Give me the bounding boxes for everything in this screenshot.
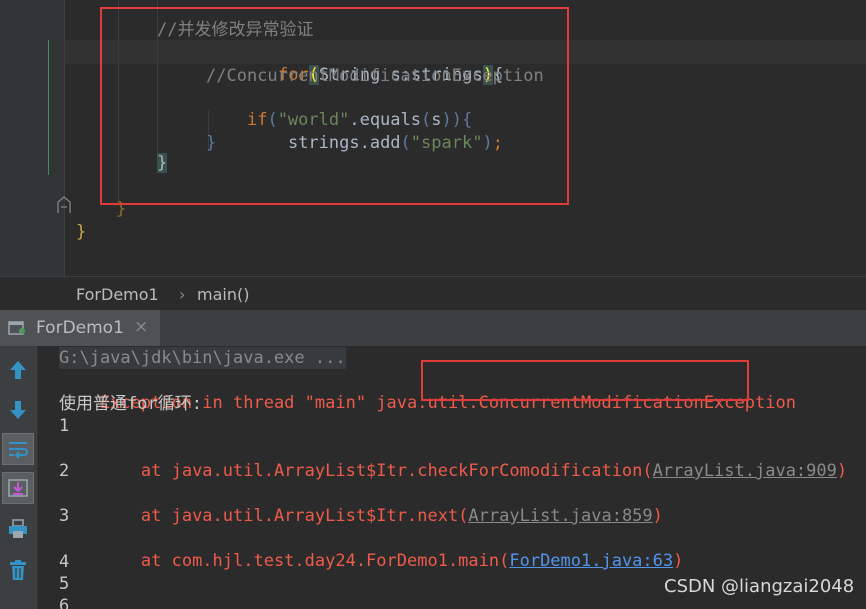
console-output-line: 2 (59, 461, 70, 481)
arrow-down-icon (10, 401, 26, 419)
soft-wrap-icon (9, 442, 29, 459)
breadcrumb: ForDemo1 › main() (0, 276, 866, 311)
console-output-line: 6 (59, 596, 70, 609)
run-toolbar (0, 346, 38, 609)
trash-icon (10, 560, 26, 580)
fold-line (48, 40, 49, 175)
trace-text: ) (652, 506, 663, 526)
run-config-icon (8, 321, 25, 335)
soft-wrap-button[interactable] (2, 433, 34, 465)
run-tab-fordemo1[interactable]: ForDemo1 × (0, 310, 160, 346)
run-tab-bar: ForDemo1 × (0, 310, 866, 347)
clear-all-button[interactable] (2, 554, 34, 586)
console-output-line: 3 (59, 506, 70, 526)
breadcrumb-separator: › (179, 285, 186, 304)
fold-marker-icon[interactable] (57, 196, 71, 214)
scroll-to-end-button[interactable] (2, 472, 34, 504)
scroll-down-button[interactable] (2, 394, 34, 426)
stack-trace-line: at com.hjl.test.day24.ForDemo1.main(ForD… (59, 528, 683, 594)
scroll-up-button[interactable] (2, 354, 34, 386)
run-tab-label: ForDemo1 (36, 318, 124, 338)
console-output-line: 1 (59, 416, 70, 436)
trace-text: at java.util.ArrayList$Itr.next( (99, 506, 469, 526)
scroll-to-end-icon (8, 479, 28, 497)
trace-text: ) (673, 551, 684, 571)
trace-link[interactable]: ForDemo1.java:63 (509, 551, 673, 571)
code-close-brace: } (76, 222, 87, 242)
code-editor[interactable]: //并发修改异常验证 for(String s:strings){ //Conc… (0, 0, 866, 276)
trace-text: at com.hjl.test.day24.ForDemo1.main( (99, 551, 510, 571)
close-icon[interactable]: × (134, 317, 148, 337)
highlight-box-exception (421, 360, 749, 401)
breadcrumb-class[interactable]: ForDemo1 (76, 285, 159, 304)
arrow-up-icon (10, 361, 26, 379)
trace-text: at java.util.ArrayList$Itr.checkForComod… (99, 461, 653, 481)
breadcrumb-method[interactable]: main() (197, 285, 249, 304)
console-output-line: 4 (59, 552, 70, 572)
trace-text: ) (836, 461, 848, 481)
console-output-line: 5 (59, 574, 70, 594)
print-icon (9, 519, 27, 538)
editor-gutter (0, 0, 71, 276)
print-button[interactable] (2, 513, 34, 545)
console-output-line: 使用普通for循环: (59, 394, 202, 414)
watermark: CSDN @liangzai2048 (664, 576, 855, 597)
console-command-line: G:\java\jdk\bin\java.exe ... (59, 347, 346, 369)
trace-link[interactable]: ArrayList.java:859 (468, 506, 652, 526)
trace-link[interactable]: ArrayList.java:909 (653, 461, 837, 481)
highlight-box-code (100, 7, 569, 205)
